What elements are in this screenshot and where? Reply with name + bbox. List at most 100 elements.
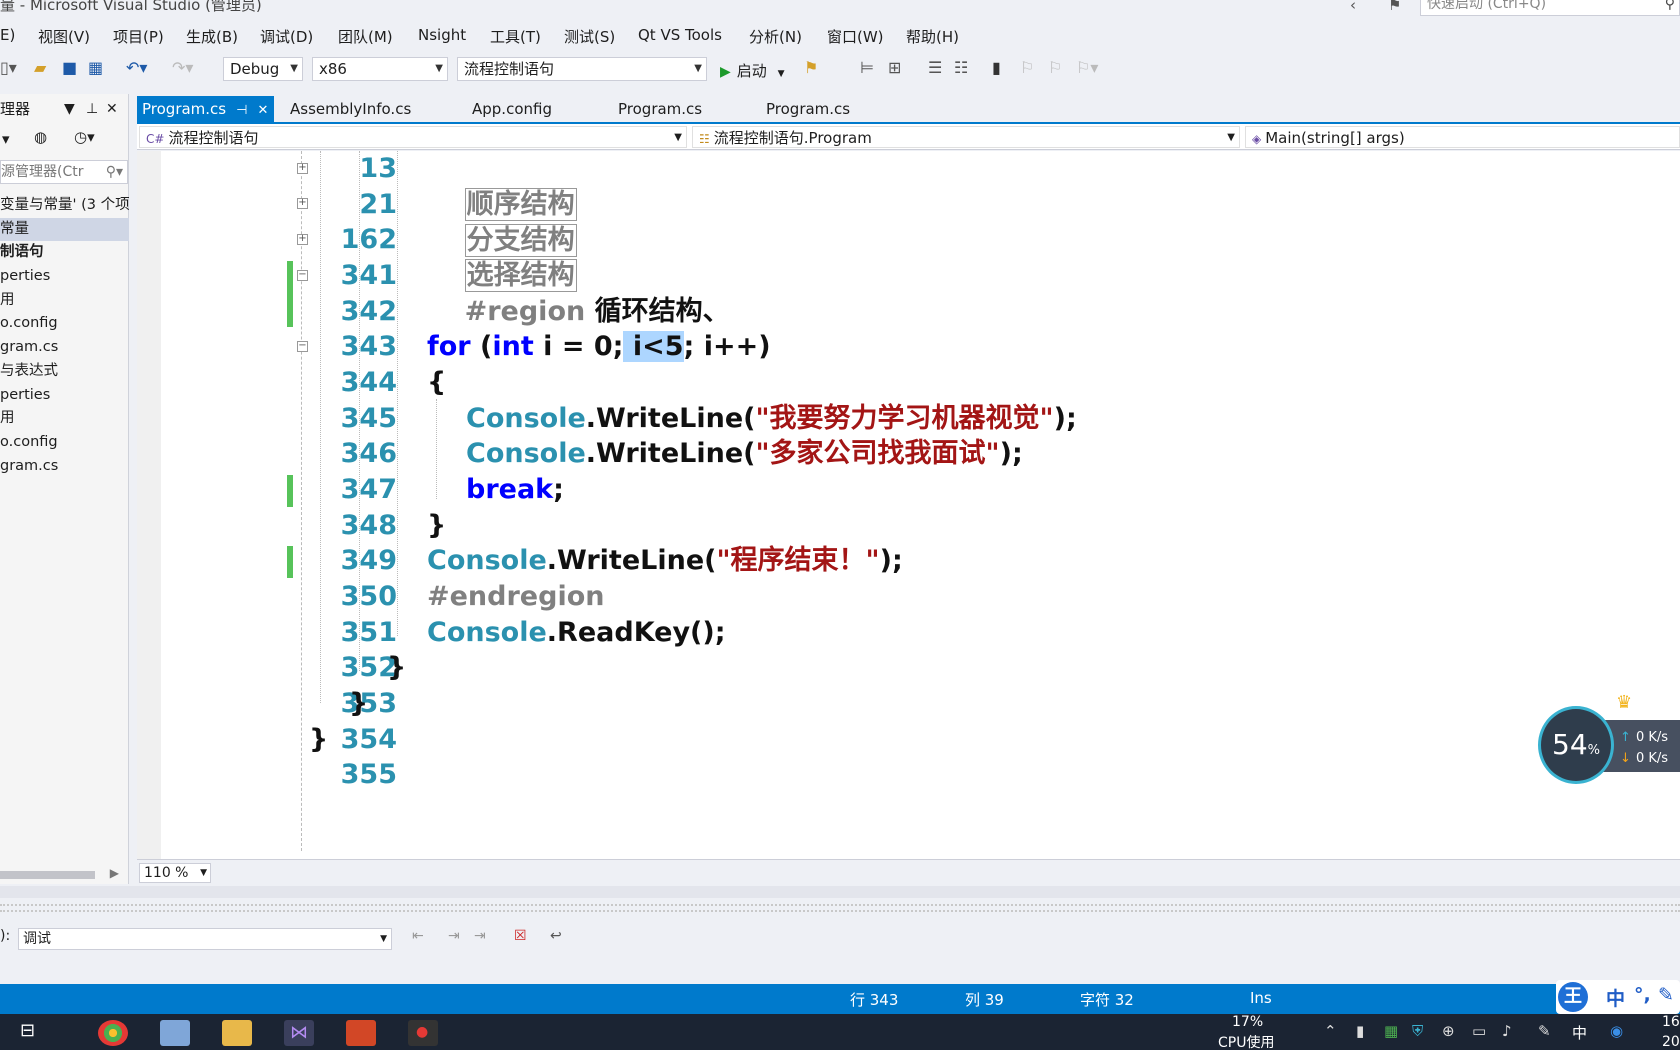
prev-bookmark-icon[interactable]: ⚐: [1020, 58, 1034, 77]
recorder-taskbar-icon[interactable]: ●: [408, 1020, 438, 1046]
menu-test[interactable]: 测试(S): [564, 26, 615, 47]
start-button[interactable]: ▶ 启动 ▼: [720, 60, 785, 81]
find-icon[interactable]: ⚑: [804, 58, 818, 77]
prev-message-icon[interactable]: ⇤: [412, 928, 424, 944]
menu-analyze[interactable]: 分析(N): [749, 26, 802, 47]
code-line[interactable]: #endregion: [427, 579, 604, 615]
menu-build[interactable]: 生成(B): [186, 26, 238, 47]
tab-app-config[interactable]: App.config: [472, 96, 552, 122]
menu-view[interactable]: 视图(V): [38, 26, 90, 47]
history-icon[interactable]: ◷▾: [74, 128, 95, 146]
quick-launch-input[interactable]: 快速启动 (Ctrl+Q) ⚲: [1420, 0, 1680, 16]
undo-icon[interactable]: ↶▾: [126, 58, 147, 77]
tree-item[interactable]: gram.cs: [0, 336, 129, 360]
columns-icon[interactable]: ⊞: [888, 58, 901, 77]
save-icon[interactable]: ■: [62, 58, 77, 77]
menu-team[interactable]: 团队(M): [338, 26, 393, 47]
menu-nsight[interactable]: Nsight: [418, 26, 466, 44]
close-icon[interactable]: ✕: [106, 94, 118, 124]
close-icon[interactable]: ✕: [257, 103, 268, 118]
member-nav-dropdown[interactable]: ◈ Main(string[] args): [1245, 126, 1680, 148]
menu-project[interactable]: 项目(P): [113, 26, 164, 47]
tree-item[interactable]: perties: [0, 384, 129, 408]
network-monitor-widget[interactable]: 54% ♛ ↑ 0 K/s ↓ 0 K/s: [1538, 692, 1680, 784]
dropdown-icon[interactable]: ▼: [64, 94, 75, 124]
code-line[interactable]: Console.WriteLine("程序结束！");: [427, 543, 903, 579]
globe-icon[interactable]: ◍: [34, 128, 47, 146]
code-line[interactable]: }: [427, 508, 446, 544]
code-line[interactable]: 顺序结构: [427, 151, 577, 221]
powerpoint-taskbar-icon[interactable]: [346, 1020, 376, 1046]
clear-all-icon[interactable]: ☒: [514, 928, 527, 944]
app-tray-icon[interactable]: ▦: [1384, 1022, 1398, 1040]
arrow-right-icon[interactable]: ▶: [110, 866, 119, 880]
feedback-icon[interactable]: ⚑: [1388, 0, 1401, 14]
zoom-dropdown[interactable]: 110 % ▼: [139, 863, 211, 883]
back-icon[interactable]: ‹: [1350, 0, 1356, 14]
tab-program-cs-2[interactable]: Program.cs: [618, 96, 702, 122]
clear-bookmark-icon[interactable]: ⚐▾: [1076, 58, 1098, 77]
project-nav-dropdown[interactable]: C# 流程控制语句 ▼: [139, 126, 687, 148]
shield-icon[interactable]: ⛨: [1412, 1022, 1423, 1040]
code-line[interactable]: {: [427, 365, 446, 401]
ime-punctuation[interactable]: °,: [1634, 984, 1651, 1006]
tree-item[interactable]: 用: [0, 407, 129, 431]
platform-dropdown[interactable]: x86 ▼: [312, 57, 448, 81]
code-line[interactable]: 选择结构: [427, 222, 577, 292]
code-line[interactable]: for (int i = 0; i<5; i++): [427, 329, 771, 365]
chevron-up-icon[interactable]: ⌃: [1324, 1022, 1337, 1040]
microphone-icon[interactable]: ▮: [1356, 1022, 1364, 1040]
battery-icon[interactable]: ▭: [1472, 1022, 1486, 1040]
redo-icon[interactable]: ↷▾: [172, 58, 193, 77]
tab-assemblyinfo[interactable]: AssemblyInfo.cs: [290, 96, 411, 122]
visual-studio-taskbar-icon[interactable]: ⋈: [284, 1020, 314, 1046]
save-all-icon[interactable]: ▦: [88, 58, 103, 77]
tree-item[interactable]: 制语句: [0, 241, 129, 265]
expand-icon[interactable]: +: [297, 163, 308, 174]
collapse-icon[interactable]: −: [297, 341, 308, 352]
menu-window[interactable]: 窗口(W): [827, 26, 884, 47]
pen-icon[interactable]: ✎: [1538, 1022, 1551, 1040]
word-wrap-icon[interactable]: ↩: [550, 928, 562, 944]
tab-program-cs-active[interactable]: Program.cs ⊣ ✕: [137, 96, 275, 122]
code-editor[interactable]: 13 21 162 341 342 343 344 345 346 347 34…: [137, 151, 1680, 859]
goto-icon[interactable]: ⇥: [474, 928, 486, 944]
tree-item[interactable]: 与表达式: [0, 360, 129, 384]
code-line[interactable]: }: [309, 722, 328, 758]
panel-grip[interactable]: [0, 904, 1680, 912]
menu-help[interactable]: 帮助(H): [906, 26, 959, 47]
tree-item[interactable]: perties: [0, 265, 129, 289]
code-line[interactable]: Console.WriteLine("多家公司找我面试");: [466, 436, 1023, 472]
code-line[interactable]: }: [349, 686, 368, 722]
next-message-icon[interactable]: ⇥: [448, 928, 460, 944]
collapse-icon[interactable]: −: [297, 270, 308, 281]
type-nav-dropdown[interactable]: ☷ 流程控制语句.Program ▼: [692, 126, 1240, 148]
ime-pen-icon[interactable]: ✎: [1658, 984, 1674, 1006]
code-line[interactable]: #region 循环结构、: [427, 258, 730, 327]
notepad-taskbar-icon[interactable]: [160, 1020, 190, 1046]
dropdown-icon[interactable]: ▾: [2, 130, 10, 148]
output-source-dropdown[interactable]: 调试 ▼: [18, 928, 392, 950]
outdent-icon[interactable]: ☰: [928, 58, 942, 77]
pin-icon[interactable]: ⊣: [236, 103, 247, 118]
tab-program-cs-3[interactable]: Program.cs: [766, 96, 850, 122]
next-bookmark-icon[interactable]: ⚐: [1048, 58, 1062, 77]
expand-icon[interactable]: +: [297, 198, 308, 209]
menu-edit[interactable]: E): [0, 26, 15, 44]
panel-splitter[interactable]: [0, 886, 1680, 898]
volume-icon[interactable]: ♪: [1502, 1022, 1512, 1040]
tree-item[interactable]: 用: [0, 289, 129, 313]
step-icon[interactable]: ⊨: [860, 58, 874, 77]
menu-debug[interactable]: 调试(D): [260, 26, 313, 47]
code-line[interactable]: 分支结构: [427, 187, 577, 257]
tree-item[interactable]: gram.cs: [0, 455, 129, 479]
bookmark-icon[interactable]: ▮: [992, 58, 1001, 77]
code-line[interactable]: Console.ReadKey();: [427, 615, 726, 651]
code-line[interactable]: break;: [466, 472, 564, 508]
ime-toolbar[interactable]: 王 中 °, ✎: [1556, 980, 1680, 1014]
solution-search-input[interactable]: 源管理器(Ctr ⚲▾: [0, 160, 128, 184]
new-file-icon[interactable]: ▯▾: [0, 58, 17, 77]
code-line[interactable]: }: [387, 650, 406, 686]
menu-qt-vs-tools[interactable]: Qt VS Tools: [638, 26, 722, 44]
config-dropdown[interactable]: Debug ▼: [223, 57, 303, 81]
